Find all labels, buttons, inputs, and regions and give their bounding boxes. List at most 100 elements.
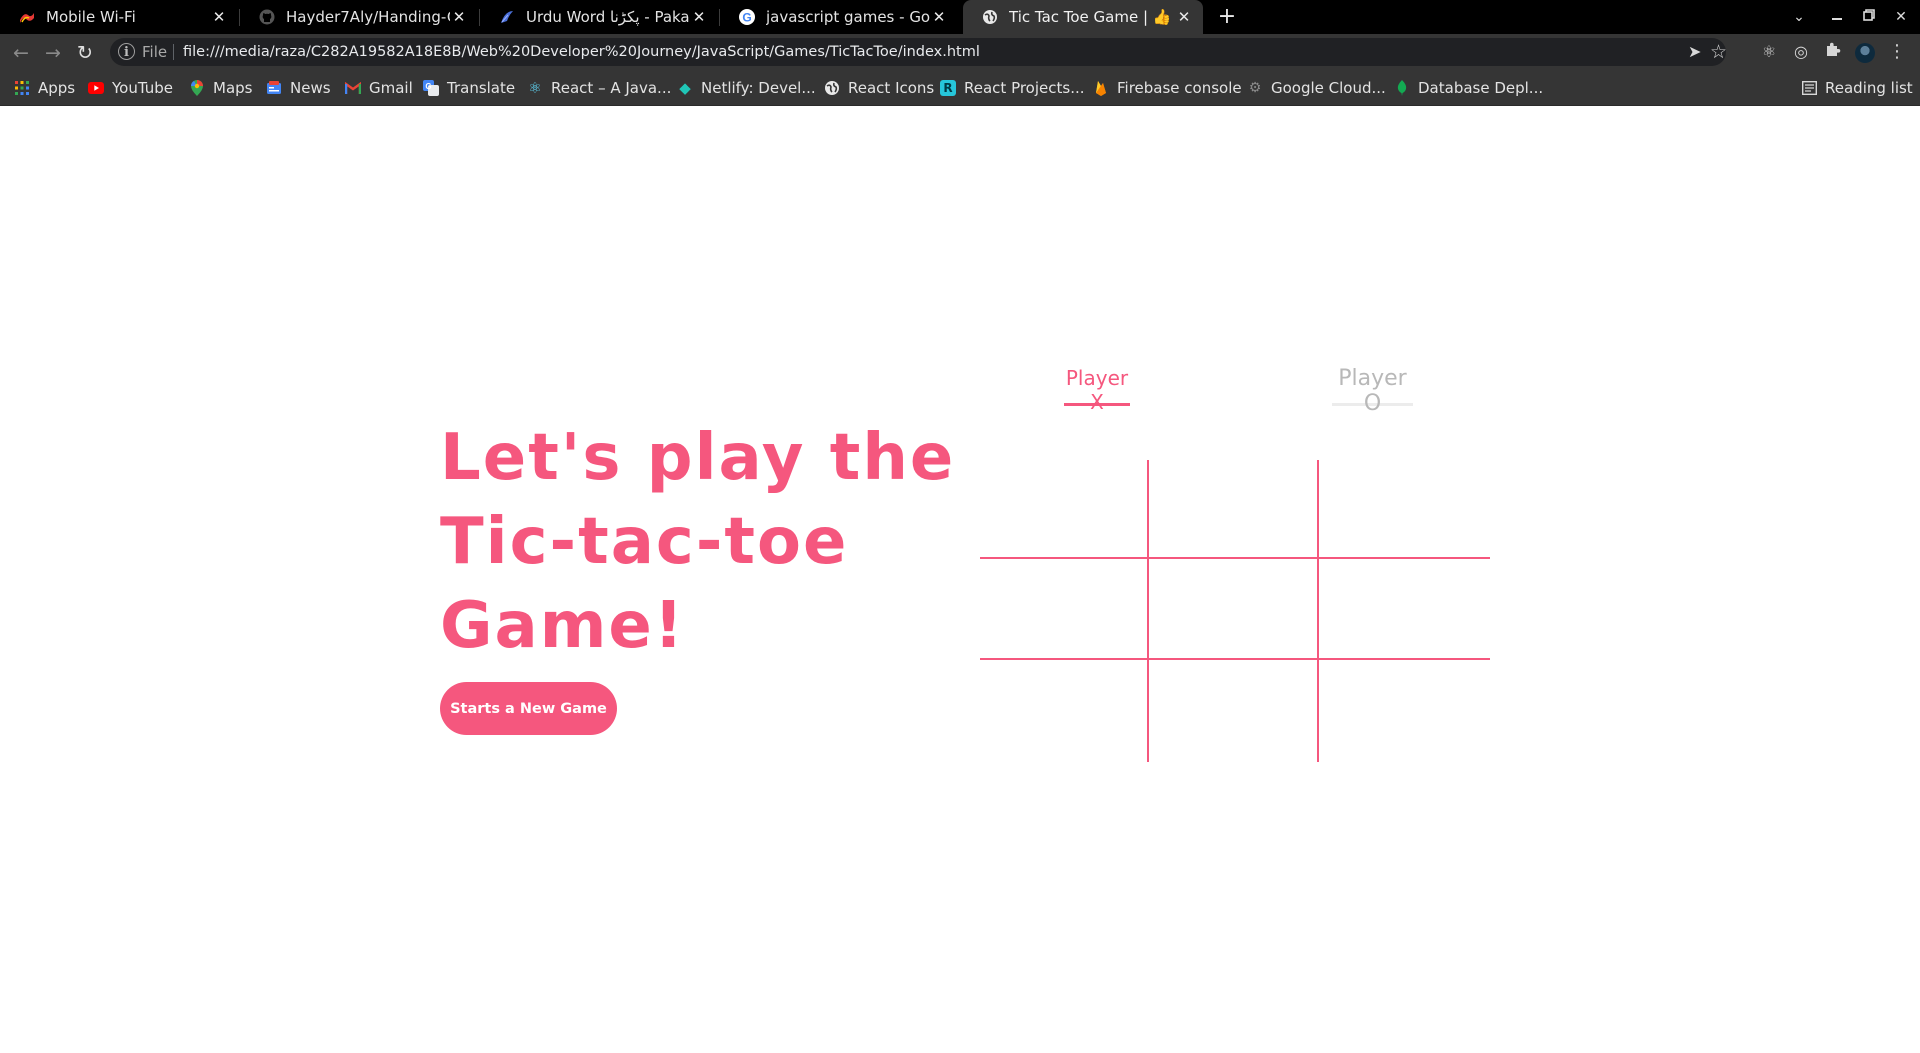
airtel-icon [18,8,36,26]
tab-title: javascript games - Google [766,8,930,26]
tab-title: Hayder7Aly/Handing-Gam [286,8,450,26]
close-icon[interactable]: ✕ [690,8,708,26]
tab-title: Tic Tac Toe Game | 👍 [1009,8,1172,26]
new-game-button[interactable]: Starts a New Game [440,682,617,735]
headline-line: Let's play the [440,421,956,495]
netlify-icon: ◆ [679,78,691,97]
bookmark-label: YouTube [112,78,173,97]
bookmark-translate[interactable]: G Translate [423,70,515,105]
site-info-icon[interactable]: i [118,43,135,60]
bookmark-label: Translate [447,78,516,97]
bookmark-label: Firebase console [1117,78,1242,97]
bookmark-gmail[interactable]: Gmail [345,70,413,105]
gmail-icon [345,80,361,96]
forward-icon[interactable]: → [40,40,66,66]
tab-mobile-wifi[interactable]: Mobile Wi-Fi ✕ [0,0,238,34]
news-icon [266,80,282,96]
close-window-icon[interactable]: ✕ [1889,6,1913,28]
send-icon[interactable]: ➤ [1688,38,1701,66]
bookmark-label: Database Depl... [1418,78,1544,97]
bookmark-label: Netlify: Devel... [701,78,816,97]
reading-list-icon [1801,80,1817,96]
bookmark-label: React – A Java... [551,78,672,97]
apps-grid-icon [14,80,30,96]
rekhta-icon [498,8,516,26]
board-cell[interactable] [1149,460,1319,559]
headline-line: Tic-tac-toe [440,505,849,579]
tab-tic-tac-toe[interactable]: Tic Tac Toe Game | 👍 ✕ [963,0,1203,34]
back-icon[interactable]: ← [8,40,34,66]
react-devtools-icon[interactable]: ⚛ [1758,41,1780,63]
bookmark-label: Google Cloud... [1271,78,1386,97]
page-content: Let's play the Tic-tac-toe Game! Starts … [0,106,1920,1053]
bookmark-react-icons[interactable]: React Icons [824,70,934,105]
close-icon[interactable]: ✕ [210,8,228,26]
bookmark-firebase[interactable]: Firebase console [1093,70,1242,105]
tab-search-chevron-icon[interactable]: ⌄ [1787,6,1811,28]
board-cell[interactable] [1319,559,1490,660]
address-bar[interactable]: i File file:///media/raza/C282A19582A18E… [110,38,1727,66]
bookmark-label: Maps [213,78,253,97]
close-icon[interactable]: ✕ [930,8,948,26]
board-cell[interactable] [980,460,1149,559]
mongodb-icon [1394,79,1410,96]
bookmark-star-icon[interactable]: ☆ [1710,38,1727,66]
bookmark-database[interactable]: Database Depl... [1394,70,1543,105]
youtube-icon [88,80,104,96]
bookmark-label: News [290,78,331,97]
new-tab-button[interactable]: + [1213,3,1241,31]
translate-icon: G [423,79,439,96]
bookmark-label: Apps [38,78,76,97]
board-cell[interactable] [1319,660,1490,762]
extensions-puzzle-icon[interactable] [1822,41,1844,63]
bookmarks-bar: Apps YouTube Maps News Gmail G Translate… [0,70,1920,106]
globe-icon [824,80,840,96]
bookmark-youtube[interactable]: YouTube [88,70,173,105]
bookmark-maps[interactable]: Maps [189,70,252,105]
url-text[interactable]: file:///media/raza/C282A19582A18E8B/Web%… [183,38,980,66]
reading-list-label: Reading list [1825,78,1913,97]
tab-title: Urdu Word پکڑنا - Pakarna [526,8,690,26]
restore-icon[interactable] [1857,6,1881,28]
tab-title: Mobile Wi-Fi [46,8,136,26]
google-icon: G [738,8,756,26]
bookmark-react-projects[interactable]: R React Projects... [940,70,1085,105]
board-cell[interactable] [980,660,1149,762]
profile-avatar[interactable] [1855,43,1875,63]
player-o-indicator: Player O [1332,362,1413,416]
close-icon[interactable]: ✕ [1175,8,1193,26]
bookmark-netlify[interactable]: ◆ Netlify: Devel... [677,70,816,105]
bookmark-label: React Projects... [964,78,1085,97]
game-headline: Let's play the Tic-tac-toe Game! [440,416,960,668]
minimize-icon[interactable] [1825,6,1849,28]
board-cell[interactable] [1149,559,1319,660]
tab-google-search[interactable]: G javascript games - Google ✕ [720,0,958,34]
svg-text:G: G [425,82,431,91]
bookmark-label: React Icons [848,78,935,97]
gcloud-icon: ⚙ [1248,79,1262,96]
bookmark-apps[interactable]: Apps [14,70,75,105]
scheme-label: File [142,43,168,61]
firebase-icon [1093,80,1109,96]
globe-icon [981,8,999,26]
tab-urdu-word[interactable]: Urdu Word پکڑنا - Pakarna ✕ [480,0,718,34]
menu-kebab-icon[interactable]: ⋮ [1886,41,1908,63]
bookmark-react[interactable]: ⚛ React – A Java... [527,70,671,105]
tic-tac-toe-board [980,460,1490,762]
bookmark-news[interactable]: News [266,70,331,105]
maps-icon [189,79,205,96]
react-icon: ⚛ [528,78,542,97]
player-x-indicator: Player X [1064,362,1130,414]
extension-target-icon[interactable]: ◎ [1790,41,1812,63]
rp-icon: R [940,79,956,96]
tab-github[interactable]: Hayder7Aly/Handing-Gam ✕ [240,0,478,34]
bookmark-google-cloud[interactable]: ⚙ Google Cloud... [1247,70,1386,105]
bookmark-label: Gmail [369,78,413,97]
board-cell[interactable] [980,559,1149,660]
close-icon[interactable]: ✕ [450,8,468,26]
reload-icon[interactable]: ↻ [72,40,98,66]
board-cell[interactable] [1319,460,1490,559]
headline-line: Game! [440,589,685,663]
reading-list-button[interactable]: Reading list [1801,70,1913,105]
board-cell[interactable] [1149,660,1319,762]
